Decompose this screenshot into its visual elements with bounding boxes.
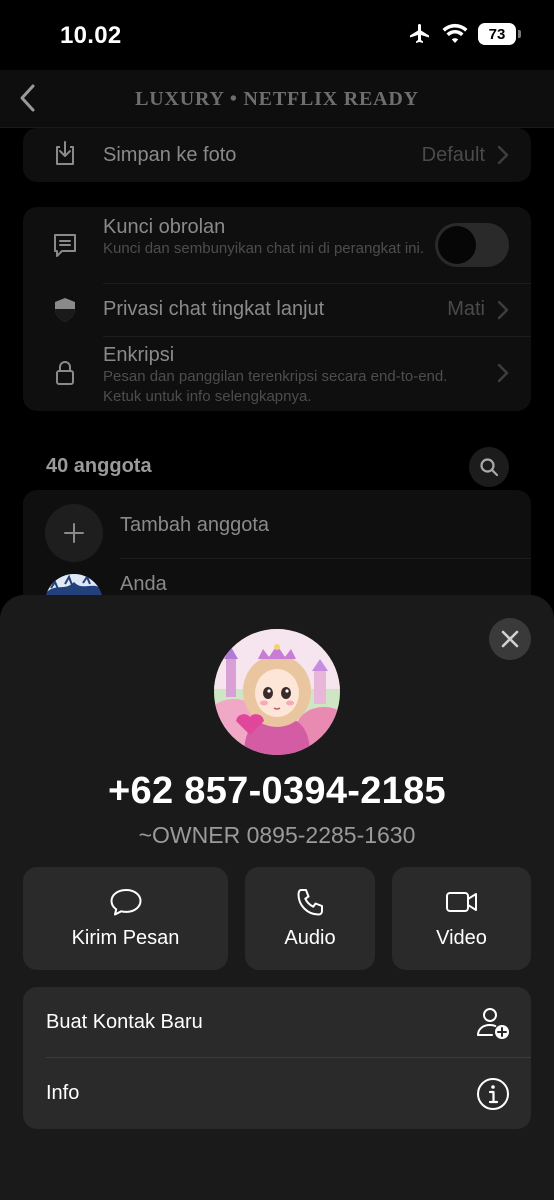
advanced-privacy-value: Mati [447,298,485,320]
send-message-button[interactable]: Kirim Pesan [23,867,228,970]
audio-call-label: Audio [284,927,336,949]
add-contact-icon [477,1008,509,1039]
save-photo-label: Simpan ke foto [103,144,237,166]
chat-lock-label: Kunci obrolan [103,216,226,238]
new-contact-label: Buat Kontak Baru [46,1011,203,1033]
search-icon [480,458,499,477]
chevron-right-icon [497,145,509,165]
nav-bar: LUXURY • NETFLIX READY [0,70,554,128]
add-member-circle [45,504,103,562]
group-title: LUXURY • NETFLIX READY [135,88,419,110]
shield-icon [55,298,75,322]
encryption-description: Pesan dan panggilan terenkripsi secara e… [103,368,448,405]
send-message-label: Kirim Pesan [71,927,180,949]
save-photo-row[interactable]: Simpan ke foto Default [23,128,531,182]
close-button[interactable] [489,618,531,660]
chat-lock-toggle[interactable] [435,223,509,267]
status-bar: 10.02 73 [0,0,554,72]
chat-lock-description: Kunci dan sembunyikan chat ini di perang… [103,240,425,257]
airplane-mode-icon [410,24,429,43]
contact-subname: ~OWNER 0895-2285-1630 [138,822,416,848]
contact-phone-number: +62 857-0394-2185 [108,770,446,812]
battery-indicator: 73 [478,23,521,45]
contact-avatar[interactable] [214,629,340,755]
phone-icon [297,889,323,916]
status-time: 10.02 [60,22,122,49]
plus-icon [64,523,84,543]
add-member-row[interactable]: Tambah anggota [23,490,531,562]
members-search-button[interactable] [469,447,509,487]
new-contact-row[interactable]: Buat Kontak Baru [23,987,531,1058]
contact-options-list: Buat Kontak Baru Info [23,987,531,1129]
toggle-knob [438,226,476,264]
lock-icon [56,361,74,385]
member-name: Anda [120,573,167,595]
message-bubble-icon [110,889,141,916]
close-icon [501,630,519,648]
encryption-row[interactable]: Enkripsi Pesan dan panggilan terenkripsi… [23,337,531,411]
audio-call-button[interactable]: Audio [245,867,375,970]
video-call-label: Video [436,927,487,949]
info-row[interactable]: Info [23,1058,531,1129]
privacy-card: Kunci obrolan Kunci dan sembunyikan chat… [23,207,531,411]
add-member-label: Tambah anggota [120,514,270,536]
save-photo-value: Default [421,144,485,166]
wifi-icon [442,23,468,43]
save-photo-card: Simpan ke foto Default [23,128,531,182]
chevron-right-icon [497,300,509,320]
members-count: 40 anggota [46,455,152,477]
video-call-button[interactable]: Video [392,867,531,970]
video-camera-icon [445,892,477,912]
info-label: Info [46,1082,80,1104]
chevron-right-icon [497,363,509,383]
advanced-privacy-row[interactable]: Privasi chat tingkat lanjut Mati [23,284,531,336]
chat-lock-icon [54,234,76,257]
encryption-label: Enkripsi [103,344,175,366]
info-icon [477,1078,509,1110]
download-icon [56,141,74,165]
status-icons: 73 [408,22,521,46]
chat-lock-row[interactable]: Kunci obrolan Kunci dan sembunyikan chat… [23,207,531,283]
advanced-privacy-label: Privasi chat tingkat lanjut [103,298,325,320]
